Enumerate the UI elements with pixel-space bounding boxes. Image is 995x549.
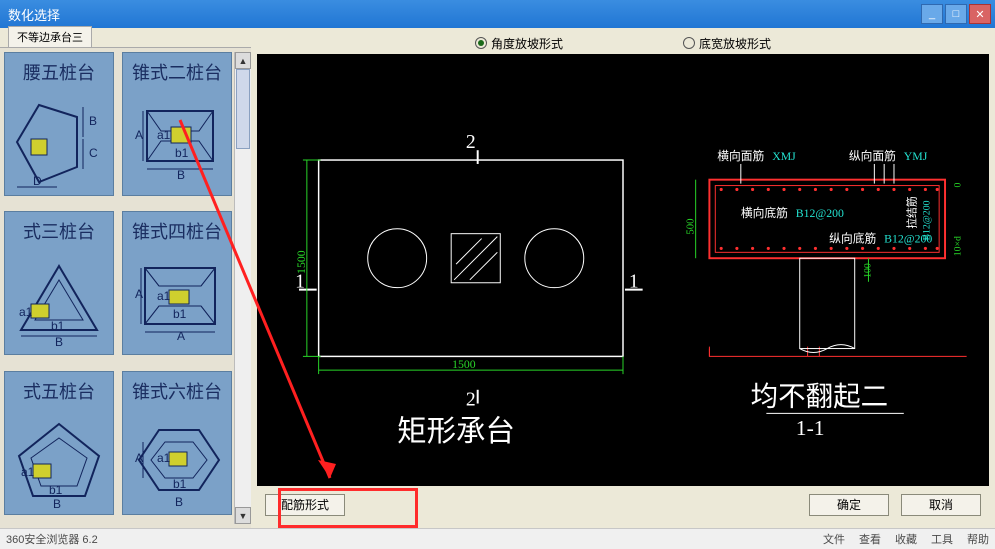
svg-text:b1: b1 — [175, 146, 189, 160]
thumbnail-caption: 腰五桩台 — [5, 53, 113, 87]
svg-text:10×d: 10×d — [953, 236, 964, 256]
svg-text:B: B — [55, 335, 63, 349]
svg-text:a1: a1 — [19, 305, 33, 319]
thumbnail-item[interactable]: 锥式二桩台 A a1 b1 B — [122, 52, 232, 196]
radio-label: 底宽放坡形式 — [699, 35, 771, 52]
svg-text:纵向面筋: 纵向面筋 — [849, 149, 896, 163]
svg-text:0: 0 — [953, 183, 964, 188]
thumbnail-item[interactable]: 式五桩台 a1 b1 B — [4, 371, 114, 515]
svg-text:矩形承台: 矩形承台 — [397, 415, 515, 448]
thumbnail-caption: 式三桩台 — [5, 212, 113, 246]
cancel-button[interactable]: 取消 — [901, 494, 981, 516]
svg-text:YMJ: YMJ — [904, 150, 928, 163]
svg-text:A: A — [135, 451, 143, 465]
svg-text:B12@200: B12@200 — [921, 200, 932, 240]
status-item-help[interactable]: 帮助 — [967, 531, 989, 547]
thumbnail-item[interactable]: 式三桩台 a1 b1 B — [4, 211, 114, 355]
radio-icon — [475, 37, 487, 49]
tab-unequal-pedestal[interactable]: 不等边承台三 — [8, 26, 92, 47]
svg-text:1500: 1500 — [295, 250, 308, 274]
svg-text:B: B — [89, 114, 97, 128]
svg-text:XMJ: XMJ — [772, 150, 796, 163]
browser-name: 360安全浏览器 6.2 — [6, 531, 809, 547]
thumbnail-caption: 锥式四桩台 — [123, 212, 231, 246]
svg-text:100: 100 — [862, 263, 873, 278]
scroll-thumb[interactable] — [236, 69, 250, 149]
svg-text:a1: a1 — [21, 465, 35, 479]
status-item-file[interactable]: 文件 — [823, 531, 845, 547]
svg-text:拉结筋: 拉结筋 — [905, 196, 919, 229]
preview-canvas: 2 2 1 1 1500 1500 矩 — [257, 54, 989, 486]
svg-text:B12@200: B12@200 — [796, 207, 844, 220]
thumbnail-item[interactable]: 锥式六桩台 A a1 b1 B — [122, 371, 232, 515]
status-item-favorites[interactable]: 收藏 — [895, 531, 917, 547]
button-row: 配筋形式 确定 取消 — [257, 486, 989, 524]
scroll-up-button[interactable]: ▲ — [235, 52, 251, 69]
svg-text:均不翻起二: 均不翻起二 — [751, 381, 888, 411]
titlebar: 数化选择 _ □ ✕ — [0, 0, 995, 28]
svg-text:纵向底筋: 纵向底筋 — [829, 232, 876, 246]
radio-icon — [683, 37, 695, 49]
thumbnail-item[interactable]: 腰五桩台 B C D — [4, 52, 114, 196]
minimize-button[interactable]: _ — [921, 4, 943, 24]
scroll-down-button[interactable]: ▼ — [235, 507, 251, 524]
svg-text:b1: b1 — [49, 483, 63, 497]
svg-text:a1: a1 — [157, 289, 171, 303]
svg-text:1-1: 1-1 — [796, 416, 825, 440]
close-button[interactable]: ✕ — [969, 4, 991, 24]
thumbnail-grid: 腰五桩台 B C D 锥式二桩台 — [4, 52, 234, 524]
radio-bottom-width-slope[interactable]: 底宽放坡形式 — [683, 35, 771, 52]
svg-text:b1: b1 — [51, 319, 65, 333]
slope-radio-group: 角度放坡形式 底宽放坡形式 — [257, 32, 989, 54]
ok-button[interactable]: 确定 — [809, 494, 889, 516]
svg-text:A: A — [135, 128, 143, 142]
svg-text:500: 500 — [685, 218, 697, 234]
svg-text:A: A — [135, 287, 143, 301]
svg-text:B: B — [177, 168, 185, 182]
radio-angle-slope[interactable]: 角度放坡形式 — [475, 35, 563, 52]
svg-text:D: D — [33, 174, 42, 188]
svg-text:2: 2 — [466, 132, 476, 153]
status-item-tools[interactable]: 工具 — [931, 531, 953, 547]
right-column: 角度放坡形式 底宽放坡形式 — [251, 28, 995, 528]
cad-drawing: 2 2 1 1 1500 1500 矩 — [257, 54, 989, 486]
status-item-view[interactable]: 查看 — [859, 531, 881, 547]
svg-text:横向底筋: 横向底筋 — [741, 206, 788, 220]
svg-text:b1: b1 — [173, 307, 187, 321]
thumbnail-caption: 锥式六桩台 — [123, 372, 231, 406]
svg-text:C: C — [89, 146, 98, 160]
radio-label: 角度放坡形式 — [491, 35, 563, 52]
maximize-button[interactable]: □ — [945, 4, 967, 24]
svg-text:B: B — [175, 495, 183, 509]
window-buttons: _ □ ✕ — [921, 4, 991, 24]
left-column: 不等边承台三 腰五桩台 B C D 锥式二桩台 — [0, 28, 251, 528]
svg-text:横向面筋: 横向面筋 — [717, 149, 764, 163]
svg-text:B: B — [53, 497, 61, 510]
dialog-body: 不等边承台三 腰五桩台 B C D 锥式二桩台 — [0, 28, 995, 528]
rebar-form-button[interactable]: 配筋形式 — [265, 494, 345, 516]
thumbnails-pane: 腰五桩台 B C D 锥式二桩台 — [0, 48, 251, 528]
svg-text:1500: 1500 — [452, 358, 476, 371]
left-tabbar: 不等边承台三 — [0, 28, 251, 48]
svg-text:2: 2 — [466, 389, 476, 410]
thumbnail-caption: 锥式二桩台 — [123, 53, 231, 87]
status-bar: 360安全浏览器 6.2 文件 查看 收藏 工具 帮助 — [0, 528, 995, 549]
window-title: 数化选择 — [4, 5, 921, 24]
thumbnail-caption: 式五桩台 — [5, 372, 113, 406]
svg-text:b1: b1 — [173, 477, 187, 491]
thumbnail-item[interactable]: 锥式四桩台 A a1 b1 A — [122, 211, 232, 355]
svg-text:A: A — [177, 329, 185, 343]
svg-text:a1: a1 — [157, 128, 171, 142]
thumbnail-scrollbar[interactable]: ▲ ▼ — [234, 52, 251, 524]
svg-text:a1: a1 — [157, 451, 171, 465]
